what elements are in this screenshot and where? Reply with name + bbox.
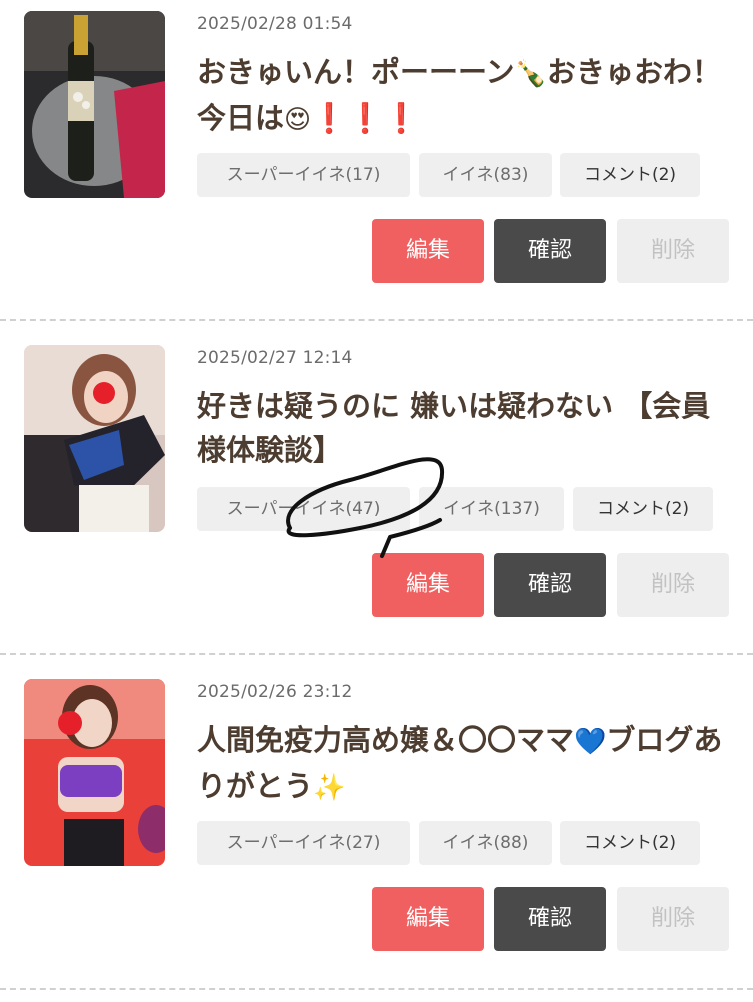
post-title[interactable]: 人間免疫力高め嬢＆〇〇ママ💙ブログありがとう✨ <box>197 718 737 810</box>
edit-button[interactable]: 編集 <box>372 219 484 283</box>
confirm-button[interactable]: 確認 <box>494 887 606 951</box>
post-divider <box>0 319 753 321</box>
post-date: 2025/02/27 12:14 <box>197 348 353 368</box>
post-thumbnail[interactable] <box>24 11 165 198</box>
comment-count[interactable]: コメント(2) <box>560 821 700 865</box>
like-count[interactable]: イイネ(137) <box>419 487 564 531</box>
sparkles-icon: ✨ <box>313 773 346 803</box>
heart-eyes-icon: 😍 <box>284 105 312 135</box>
post-date: 2025/02/26 23:12 <box>197 682 353 702</box>
like-count[interactable]: イイネ(88) <box>419 821 552 865</box>
blog-post: 2025/02/28 01:54 おきゅいん！ポーーーン🍾おきゅおわ！今日は😍❗… <box>0 0 753 334</box>
edit-button[interactable]: 編集 <box>372 887 484 951</box>
super-like-count[interactable]: スーパーイイネ(47) <box>197 487 410 531</box>
confirm-button[interactable]: 確認 <box>494 219 606 283</box>
edit-button[interactable]: 編集 <box>372 553 484 617</box>
post-thumbnail[interactable] <box>24 345 165 532</box>
blog-post: 2025/02/27 12:14 好きは疑うのに 嫌いは疑わない 【会員様体験談… <box>0 334 753 668</box>
exclamation-icons: ❗️❗️❗️ <box>311 101 420 135</box>
post-title[interactable]: おきゅいん！ポーーーン🍾おきゅおわ！今日は😍❗️❗️❗️ <box>197 50 737 142</box>
delete-button[interactable]: 削除 <box>617 887 729 951</box>
post-divider <box>0 653 753 655</box>
delete-button[interactable]: 削除 <box>617 219 729 283</box>
post-divider <box>0 988 753 990</box>
woman-photo <box>24 345 165 532</box>
delete-button[interactable]: 削除 <box>617 553 729 617</box>
champagne-icon: 🍾 <box>514 59 547 89</box>
post-thumbnail[interactable] <box>24 679 165 866</box>
post-title[interactable]: 好きは疑うのに 嫌いは疑わない 【会員様体験談】 <box>197 384 737 472</box>
super-like-count[interactable]: スーパーイイネ(27) <box>197 821 410 865</box>
blue-heart-icon: 💙 <box>574 727 607 757</box>
post-date: 2025/02/28 01:54 <box>197 14 353 34</box>
comment-count[interactable]: コメント(2) <box>573 487 713 531</box>
fitness-photo <box>24 679 165 866</box>
super-like-count[interactable]: スーパーイイネ(17) <box>197 153 410 197</box>
confirm-button[interactable]: 確認 <box>494 553 606 617</box>
blog-post: 2025/02/26 23:12 人間免疫力高め嬢＆〇〇ママ💙ブログありがとう✨… <box>0 668 753 1002</box>
comment-count[interactable]: コメント(2) <box>560 153 700 197</box>
champagne-photo <box>24 11 165 198</box>
like-count[interactable]: イイネ(83) <box>419 153 552 197</box>
